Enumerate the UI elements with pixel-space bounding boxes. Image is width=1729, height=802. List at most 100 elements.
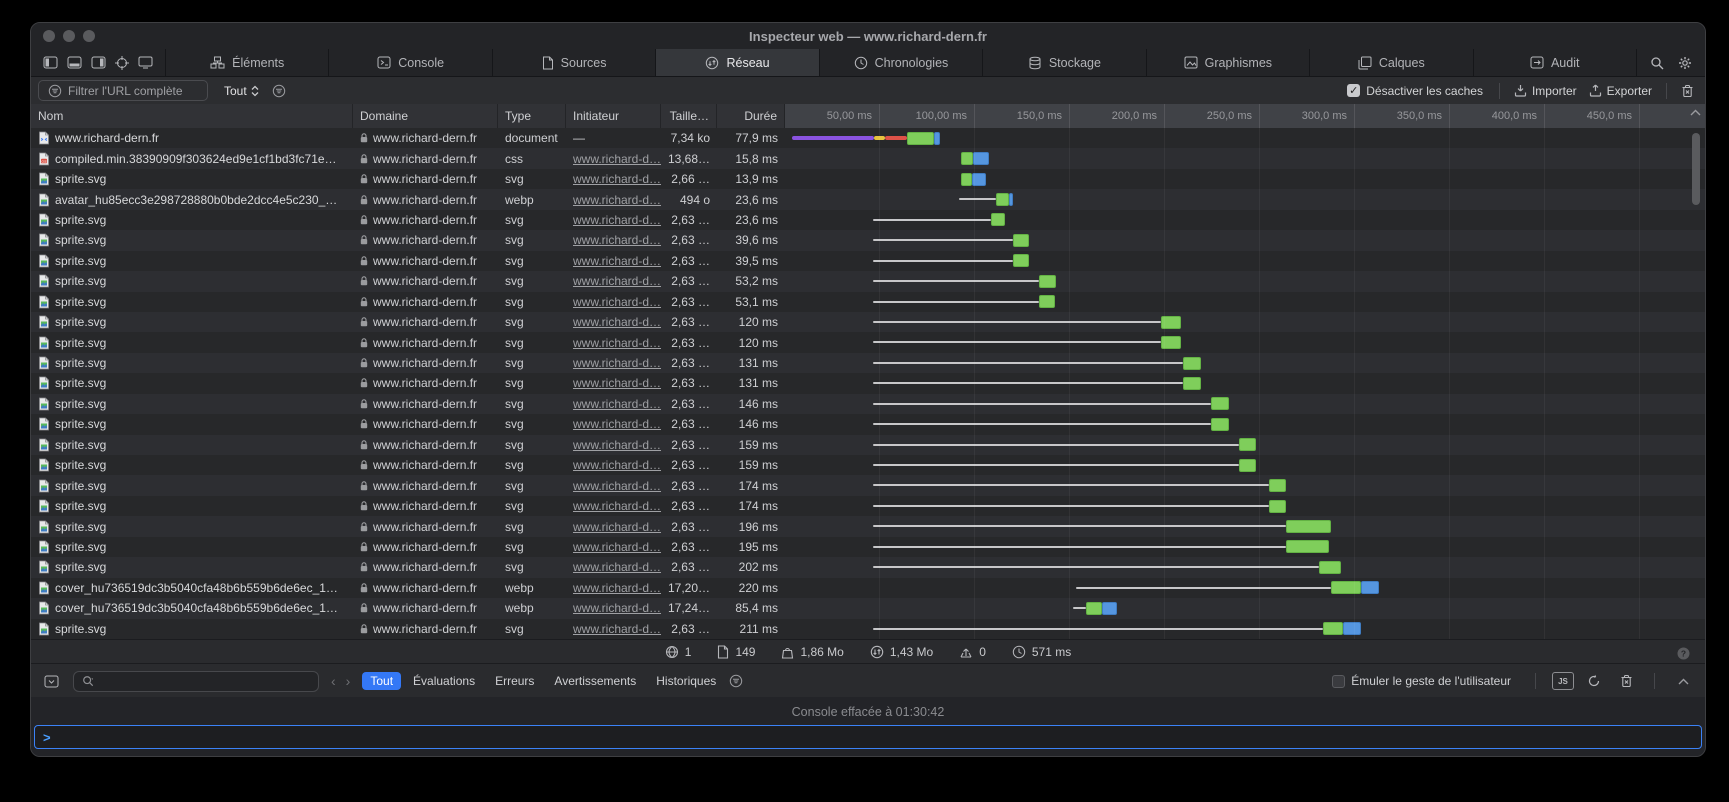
dock-to-bottom-icon[interactable] bbox=[67, 53, 82, 73]
initiator-link[interactable]: www.richard-d… bbox=[573, 560, 661, 574]
collapse-console-icon[interactable] bbox=[1671, 671, 1695, 691]
table-row[interactable]: sprite.svgwww.richard-dern.frsvgwww.rich… bbox=[31, 373, 1705, 393]
table-row[interactable]: sprite.svgwww.richard-dern.frsvgwww.rich… bbox=[31, 292, 1705, 312]
table-row[interactable]: sprite.svgwww.richard-dern.frsvgwww.rich… bbox=[31, 496, 1705, 516]
tab-console[interactable]: Console bbox=[329, 49, 492, 76]
chevron-up-icon[interactable] bbox=[1690, 109, 1701, 116]
table-row[interactable]: avatar_hu85ecc3e298728880b0bde2dcc4e5c23… bbox=[31, 189, 1705, 209]
initiator-link[interactable]: www.richard-d… bbox=[573, 479, 661, 493]
console-scope-avertissements[interactable]: Avertissements bbox=[546, 672, 644, 690]
initiator-link[interactable]: www.richard-d… bbox=[573, 601, 661, 615]
vertical-scrollbar[interactable] bbox=[1692, 133, 1700, 205]
initiator-link[interactable]: www.richard-d… bbox=[573, 540, 661, 554]
search-icon[interactable] bbox=[1645, 53, 1669, 73]
console-search-input[interactable] bbox=[73, 671, 319, 692]
help-icon[interactable]: ? bbox=[1671, 643, 1695, 663]
initiator-link[interactable]: www.richard-d… bbox=[573, 438, 661, 452]
initiator-link[interactable]: www.richard-d… bbox=[573, 315, 661, 329]
console-scope-erreurs[interactable]: Erreurs bbox=[487, 672, 542, 690]
js-context-icon[interactable]: JS bbox=[1552, 672, 1574, 690]
table-row[interactable]: sprite.svgwww.richard-dern.frsvgwww.rich… bbox=[31, 557, 1705, 577]
waterfall-bar[interactable] bbox=[785, 435, 1705, 455]
waterfall-bar[interactable] bbox=[785, 292, 1705, 312]
tab-audit[interactable]: Audit bbox=[1474, 49, 1637, 76]
table-row[interactable]: sprite.svgwww.richard-dern.frsvgwww.rich… bbox=[31, 516, 1705, 536]
table-row[interactable]: sprite.svgwww.richard-dern.frsvgwww.rich… bbox=[31, 414, 1705, 434]
initiator-link[interactable]: www.richard-d… bbox=[573, 622, 661, 636]
waterfall-bar[interactable] bbox=[785, 210, 1705, 230]
tab-chronologies[interactable]: Chronologies bbox=[820, 49, 983, 76]
tab-éléments[interactable]: Éléments bbox=[166, 49, 329, 76]
initiator-link[interactable]: www.richard-d… bbox=[573, 376, 661, 390]
initiator-link[interactable]: www.richard-d… bbox=[573, 397, 661, 411]
waterfall-bar[interactable] bbox=[785, 353, 1705, 373]
waterfall-bar[interactable] bbox=[785, 251, 1705, 271]
waterfall-bar[interactable] bbox=[785, 169, 1705, 189]
table-row[interactable]: sprite.svgwww.richard-dern.frsvgwww.rich… bbox=[31, 312, 1705, 332]
table-row[interactable]: sprite.svgwww.richard-dern.frsvgwww.rich… bbox=[31, 230, 1705, 250]
waterfall-bar[interactable] bbox=[785, 373, 1705, 393]
waterfall-bar[interactable] bbox=[785, 475, 1705, 495]
table-row[interactable]: sprite.svgwww.richard-dern.frsvgwww.rich… bbox=[31, 353, 1705, 373]
table-row[interactable]: www.richard-dern.frwww.richard-dern.frdo… bbox=[31, 128, 1705, 148]
initiator-link[interactable]: www.richard-d… bbox=[573, 172, 661, 186]
initiator-link[interactable]: www.richard-d… bbox=[573, 274, 661, 288]
column-header-duration[interactable]: Durée bbox=[717, 104, 785, 128]
table-row[interactable]: sprite.svgwww.richard-dern.frsvgwww.rich… bbox=[31, 475, 1705, 495]
next-result-button[interactable]: › bbox=[346, 673, 351, 689]
console-scope-historiques[interactable]: Historiques bbox=[648, 672, 724, 690]
table-row[interactable]: cover_hu736519dc3b5040cfa48b6b559b6de6ec… bbox=[31, 578, 1705, 598]
table-row[interactable]: sprite.svgwww.richard-dern.frsvgwww.rich… bbox=[31, 394, 1705, 414]
clear-console-trash-icon[interactable] bbox=[1614, 671, 1638, 691]
table-row[interactable]: sprite.svgwww.richard-dern.frsvgwww.rich… bbox=[31, 332, 1705, 352]
column-header-name[interactable]: Nom bbox=[31, 104, 353, 128]
table-row[interactable]: sprite.svgwww.richard-dern.frsvgwww.rich… bbox=[31, 169, 1705, 189]
device-icon[interactable] bbox=[138, 53, 153, 73]
waterfall-bar[interactable] bbox=[785, 312, 1705, 332]
table-row[interactable]: sprite.svgwww.richard-dern.frsvgwww.rich… bbox=[31, 619, 1705, 639]
initiator-link[interactable]: www.richard-d… bbox=[573, 254, 661, 268]
column-header-initiator[interactable]: Initiateur bbox=[566, 104, 661, 128]
table-row[interactable]: cover_hu736519dc3b5040cfa48b6b559b6de6ec… bbox=[31, 598, 1705, 618]
import-button[interactable]: Importer bbox=[1514, 84, 1577, 98]
initiator-link[interactable]: www.richard-d… bbox=[573, 213, 661, 227]
tab-graphismes[interactable]: Graphismes bbox=[1147, 49, 1310, 76]
initiator-link[interactable]: www.richard-d… bbox=[573, 581, 661, 595]
waterfall-bar[interactable] bbox=[785, 271, 1705, 291]
clear-network-trash-icon[interactable] bbox=[1675, 81, 1699, 101]
url-filter-input[interactable]: Filtrer l'URL complète bbox=[38, 80, 208, 101]
tab-calques[interactable]: Calques bbox=[1310, 49, 1473, 76]
gear-icon[interactable] bbox=[1673, 53, 1697, 73]
initiator-link[interactable]: www.richard-d… bbox=[573, 356, 661, 370]
tab-sources[interactable]: Sources bbox=[493, 49, 656, 76]
column-header-type[interactable]: Type bbox=[498, 104, 566, 128]
filter-options-icon[interactable] bbox=[267, 81, 291, 101]
waterfall-bar[interactable] bbox=[785, 496, 1705, 516]
console-scope-évaluations[interactable]: Évaluations bbox=[405, 672, 483, 690]
disable-caches-checkbox[interactable]: ✓ Désactiver les caches bbox=[1347, 84, 1483, 98]
waterfall-bar[interactable] bbox=[785, 230, 1705, 250]
table-row[interactable]: sprite.svgwww.richard-dern.frsvgwww.rich… bbox=[31, 435, 1705, 455]
waterfall-bar[interactable] bbox=[785, 619, 1705, 639]
waterfall-bar[interactable] bbox=[785, 557, 1705, 577]
dock-to-left-icon[interactable] bbox=[43, 53, 58, 73]
table-row[interactable]: sprite.svgwww.richard-dern.frsvgwww.rich… bbox=[31, 537, 1705, 557]
initiator-link[interactable]: www.richard-d… bbox=[573, 193, 661, 207]
inspect-target-icon[interactable] bbox=[115, 53, 129, 73]
tab-stockage[interactable]: Stockage bbox=[983, 49, 1146, 76]
initiator-link[interactable]: www.richard-d… bbox=[573, 458, 661, 472]
table-row[interactable]: csscompiled.min.38390909f303624ed9e1cf1b… bbox=[31, 148, 1705, 168]
table-row[interactable]: sprite.svgwww.richard-dern.frsvgwww.rich… bbox=[31, 210, 1705, 230]
waterfall-bar[interactable] bbox=[785, 578, 1705, 598]
waterfall-bar[interactable] bbox=[785, 128, 1705, 148]
previous-result-button[interactable]: ‹ bbox=[331, 673, 336, 689]
console-prompt-input[interactable]: > bbox=[34, 725, 1702, 749]
waterfall-bar[interactable] bbox=[785, 455, 1705, 475]
waterfall-bar[interactable] bbox=[785, 189, 1705, 209]
initiator-link[interactable]: www.richard-d… bbox=[573, 336, 661, 350]
waterfall-bar[interactable] bbox=[785, 332, 1705, 352]
initiator-link[interactable]: www.richard-d… bbox=[573, 152, 661, 166]
console-scope-tout[interactable]: Tout bbox=[362, 672, 401, 690]
waterfall-bar[interactable] bbox=[785, 537, 1705, 557]
initiator-link[interactable]: www.richard-d… bbox=[573, 295, 661, 309]
